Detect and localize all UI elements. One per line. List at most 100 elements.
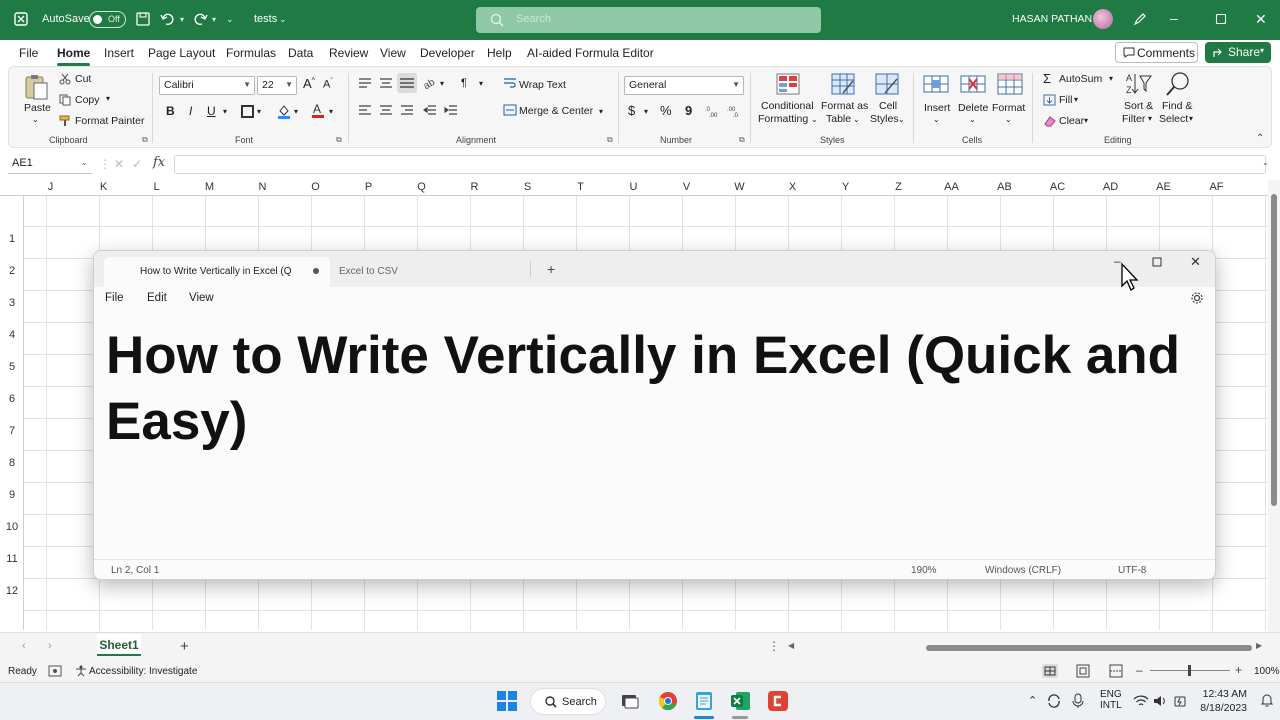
undo-dropdown-icon[interactable]: ▾ <box>180 15 184 24</box>
fill-color-icon[interactable] <box>277 103 291 119</box>
row-header[interactable]: 1 <box>0 233 24 245</box>
decrease-font-icon[interactable]: Aˇ <box>323 78 333 91</box>
pen-icon[interactable] <box>1133 12 1147 26</box>
currency-dropdown-icon[interactable]: ▾ <box>644 107 648 116</box>
copy-icon[interactable] <box>59 94 71 106</box>
number-format-select[interactable]: General ▼ <box>624 76 744 95</box>
format-as-table-label[interactable]: Format as <box>821 100 868 112</box>
fill-color-dropdown-icon[interactable]: ▾ <box>294 107 298 116</box>
paragraph-dropdown-icon[interactable]: ▾ <box>479 79 483 88</box>
clipboard-launcher-icon[interactable]: ⧉ <box>142 135 148 145</box>
filename-chevron-icon[interactable]: ⌄ <box>279 14 287 25</box>
new-tab-button[interactable]: + <box>547 261 555 277</box>
autosum-dropdown-icon[interactable]: ▾ <box>1109 74 1113 83</box>
insert-dropdown-icon[interactable]: ⌄ <box>933 115 940 124</box>
increase-font-icon[interactable]: A^ <box>303 76 315 91</box>
normal-view-icon[interactable] <box>1042 664 1058 678</box>
sort-filter-icon[interactable]: AZ <box>1126 72 1152 96</box>
notepad-menu-view[interactable]: View <box>189 292 214 304</box>
column-header[interactable]: P <box>342 181 395 193</box>
cell-styles-icon[interactable] <box>875 73 899 95</box>
alignment-launcher-icon[interactable]: ⧉ <box>607 135 613 145</box>
notepad-menu-edit[interactable]: Edit <box>147 292 167 304</box>
prev-sheet-icon[interactable]: ‹ <box>22 640 26 652</box>
wifi-icon[interactable] <box>1133 694 1149 708</box>
autosave-toggle[interactable]: Off <box>89 11 126 28</box>
decrease-indent-icon[interactable] <box>423 104 437 116</box>
vertical-scroll-thumb[interactable] <box>1271 194 1277 506</box>
notepad-tab-active[interactable]: How to Write Vertically in Excel (Q <box>104 257 330 287</box>
find-select-label-2[interactable]: Select <box>1159 113 1188 125</box>
collapse-ribbon-icon[interactable]: ⌃ <box>1256 133 1264 144</box>
font-color-dropdown-icon[interactable]: ▾ <box>329 107 333 116</box>
fill-label[interactable]: Fill <box>1059 94 1072 106</box>
microphone-icon[interactable] <box>1072 693 1084 709</box>
taskbar-search[interactable]: Search <box>530 688 606 715</box>
zoom-slider-handle[interactable] <box>1188 665 1191 676</box>
tab-insert[interactable]: Insert <box>104 46 134 60</box>
tab-ai-formula-editor[interactable]: AI-aided Formula Editor <box>527 46 654 60</box>
column-header[interactable]: Y <box>819 181 872 193</box>
customize-toolbar-icon[interactable]: ⌄ <box>226 14 234 25</box>
column-header[interactable]: AE <box>1137 181 1190 193</box>
sort-filter-label-2[interactable]: Filter <box>1122 113 1145 125</box>
increase-decimal-icon[interactable]: .0.00 <box>705 105 721 117</box>
row-header[interactable]: 8 <box>0 457 24 469</box>
insert-cells-icon[interactable] <box>923 73 949 95</box>
tab-page-layout[interactable]: Page Layout <box>148 46 215 60</box>
increase-indent-icon[interactable] <box>444 104 458 116</box>
column-header[interactable]: U <box>607 181 660 193</box>
language-indicator[interactable]: ENG INTL <box>1100 689 1122 711</box>
row-header[interactable]: 9 <box>0 489 24 501</box>
fill-dropdown-icon[interactable]: ▾ <box>1074 95 1078 104</box>
paragraph-direction-icon[interactable]: ¶ <box>461 77 467 89</box>
font-size-select[interactable]: 22 ▼ <box>257 76 297 95</box>
show-hidden-icons[interactable]: ⌃ <box>1028 694 1037 707</box>
name-box[interactable]: AE1 <box>8 155 92 174</box>
merge-center-icon[interactable] <box>503 104 517 116</box>
sheet-options-icon[interactable]: ⋮ <box>768 639 780 653</box>
cut-label[interactable]: Cut <box>75 73 91 85</box>
sort-filter-dropdown-icon[interactable]: ▾ <box>1148 114 1152 123</box>
column-header[interactable]: S <box>501 181 554 193</box>
font-color-icon[interactable]: A <box>312 102 324 118</box>
number-launcher-icon[interactable]: ⧉ <box>739 135 745 145</box>
column-header[interactable]: AD <box>1084 181 1137 193</box>
file-name[interactable]: tests <box>254 13 277 25</box>
accessibility-status[interactable]: Accessibility: Investigate <box>89 666 197 677</box>
cell-styles-label[interactable]: Cell <box>879 100 897 112</box>
cancel-entry-icon[interactable]: ✕ <box>114 157 124 171</box>
sort-filter-label[interactable]: Sort & <box>1124 100 1153 112</box>
paste-label[interactable]: Paste <box>24 102 51 114</box>
orientation-icon[interactable]: ab <box>423 75 439 89</box>
column-header[interactable]: X <box>766 181 819 193</box>
find-select-icon[interactable] <box>1165 71 1191 97</box>
format-table-dropdown-icon[interactable]: ⌄ <box>853 115 860 124</box>
row-header[interactable]: 10 <box>0 521 24 533</box>
cut-icon[interactable] <box>59 73 71 85</box>
next-sheet-icon[interactable]: › <box>48 640 52 652</box>
user-name[interactable]: HASAN PATHAN <box>1012 13 1092 25</box>
format-cells-label[interactable]: Format <box>992 102 1025 114</box>
unsaved-dot-icon[interactable] <box>313 268 319 274</box>
redo-dropdown-icon[interactable]: ▾ <box>212 15 216 24</box>
scroll-left-icon[interactable]: ◀ <box>788 641 794 650</box>
vertical-scrollbar[interactable] <box>1268 180 1280 632</box>
scroll-right-icon[interactable]: ▶ <box>1256 641 1262 650</box>
column-header[interactable]: J <box>24 181 77 193</box>
column-header[interactable]: K <box>77 181 130 193</box>
column-header[interactable]: Q <box>395 181 448 193</box>
format-dropdown-icon[interactable]: ⌄ <box>1005 115 1012 124</box>
zoom-level[interactable]: 100% <box>1254 666 1280 677</box>
avatar[interactable] <box>1093 9 1113 29</box>
save-icon[interactable] <box>136 12 150 26</box>
notepad-close-icon[interactable]: ✕ <box>1190 254 1201 270</box>
column-header[interactable]: O <box>289 181 342 193</box>
row-header[interactable]: 5 <box>0 361 24 373</box>
more-options-icon[interactable]: ⋮ <box>99 157 111 171</box>
row-header[interactable]: 6 <box>0 393 24 405</box>
font-launcher-icon[interactable]: ⧉ <box>336 135 342 145</box>
clock-date[interactable]: 8/18/2023 <box>1195 702 1247 714</box>
accessibility-icon[interactable] <box>75 665 87 677</box>
notepad-text-area[interactable]: How to Write Vertically in Excel (Quick … <box>106 323 1196 455</box>
